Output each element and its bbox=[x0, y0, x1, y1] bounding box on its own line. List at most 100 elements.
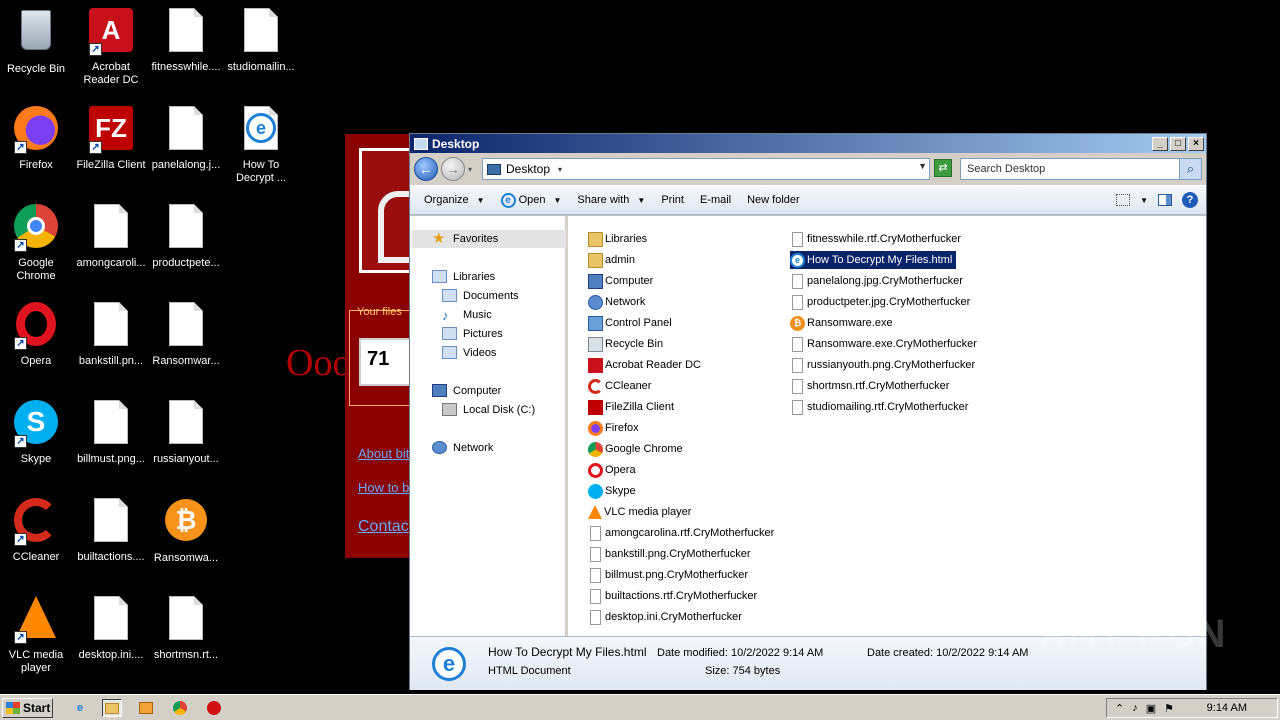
desktop-icon-file[interactable]: desktop.ini.... bbox=[73, 594, 149, 662]
taskbar-internet-explorer-icon[interactable]: e bbox=[70, 699, 90, 717]
desktop-icon-file[interactable]: Ransomwar... bbox=[148, 300, 224, 368]
clock[interactable]: 9:14 AM bbox=[1207, 702, 1247, 714]
file-item[interactable]: CCleaner bbox=[588, 377, 655, 395]
file-item[interactable]: VLC media player bbox=[588, 503, 695, 521]
file-item[interactable]: Network bbox=[588, 293, 649, 311]
file-item[interactable]: builtactions.rtf.CryMotherfucker bbox=[588, 587, 761, 605]
desktop-icon-filezilla[interactable]: FZ ↗ FileZilla Client bbox=[73, 104, 149, 172]
file-item[interactable]: Opera bbox=[588, 461, 640, 479]
file-item[interactable]: Computer bbox=[588, 272, 657, 290]
file-item[interactable]: FileZilla Client bbox=[588, 398, 678, 416]
forward-button[interactable]: → bbox=[441, 157, 465, 181]
file-item[interactable]: Firefox bbox=[588, 419, 643, 437]
nav-documents[interactable]: Documents bbox=[442, 289, 519, 302]
desktop-icon-file[interactable]: billmust.png... bbox=[73, 398, 149, 466]
help-icon[interactable]: ? bbox=[1182, 192, 1198, 208]
desktop-icon-file[interactable]: builtactions.... bbox=[73, 496, 149, 564]
change-view-icon[interactable] bbox=[1116, 194, 1131, 206]
desktop-icon-ransomware[interactable]: ₿ Ransomwa... bbox=[148, 496, 224, 565]
desktop-icon-acrobat[interactable]: A ↗ Acrobat Reader DC bbox=[73, 6, 149, 87]
desktop-icon-vlc[interactable]: ↗ VLC media player bbox=[0, 594, 74, 675]
nav-computer[interactable]: Computer bbox=[432, 384, 501, 397]
desktop-icon-recycle-bin[interactable]: Recycle Bin bbox=[0, 6, 74, 76]
nav-music[interactable]: ♪ Music bbox=[442, 308, 492, 323]
desktop-icon-ccleaner[interactable]: ↗ CCleaner bbox=[0, 496, 74, 564]
file-item[interactable]: admin bbox=[588, 251, 639, 269]
file-item[interactable]: studiomailing.rtf.CryMotherfucker bbox=[790, 398, 972, 416]
refresh-button[interactable]: ⇄ bbox=[934, 159, 952, 177]
file-item[interactable]: amongcarolina.rtf.CryMotherfucker bbox=[588, 524, 778, 542]
search-input[interactable]: Search Desktop ⌕ bbox=[960, 158, 1202, 180]
recent-pages-dropdown[interactable]: ▾ bbox=[465, 165, 475, 174]
file-list[interactable]: Libraries admin Computer Network Control Pan… bbox=[568, 216, 1206, 636]
share-with-button[interactable]: Share with ▼ bbox=[569, 194, 653, 206]
show-hidden-icons-icon[interactable]: ⌃ bbox=[1115, 702, 1124, 715]
desktop-icon-file[interactable]: shortmsn.rt... bbox=[148, 594, 224, 662]
address-path[interactable]: Desktop bbox=[506, 162, 550, 176]
nav-favorites[interactable]: ★ Favorites bbox=[432, 231, 498, 246]
file-item[interactable]: Libraries bbox=[588, 230, 651, 248]
maximize-button[interactable]: □ bbox=[1170, 136, 1186, 151]
preview-pane-icon[interactable] bbox=[1158, 194, 1172, 206]
navigation-pane[interactable]: ★ Favorites Libraries Documents ♪ Music Pi… bbox=[410, 216, 568, 636]
file-item[interactable]: Recycle Bin bbox=[588, 335, 667, 353]
desktop-icon-opera[interactable]: ↗ Opera bbox=[0, 300, 74, 368]
minimize-button[interactable]: _ bbox=[1152, 136, 1168, 151]
title-bar[interactable]: Desktop _ □ × bbox=[410, 134, 1206, 153]
desktop-icon-file[interactable]: studiomailin... bbox=[223, 6, 299, 74]
network-tray-icon[interactable]: ▣ bbox=[1146, 702, 1156, 715]
close-button[interactable]: × bbox=[1188, 136, 1204, 151]
file-item[interactable]: billmust.png.CryMotherfucker bbox=[588, 566, 752, 584]
nav-local-disk[interactable]: Local Disk (C:) bbox=[442, 403, 535, 416]
file-item[interactable]: Ransomware.exe.CryMotherfucker bbox=[790, 335, 981, 353]
open-button[interactable]: e Open ▼ bbox=[493, 192, 570, 208]
file-item[interactable]: panelalong.jpg.CryMotherfucker bbox=[790, 272, 967, 290]
nav-network[interactable]: Network bbox=[432, 441, 493, 454]
explorer-window[interactable]: Desktop _ □ × ← → ▾ Desktop ▾ ▼ ⇄ Search… bbox=[409, 133, 1207, 690]
ransom-link-how-to-buy[interactable]: How to b bbox=[358, 480, 409, 495]
file-item[interactable]: Control Panel bbox=[588, 314, 676, 332]
taskbar-ransomware-icon[interactable] bbox=[204, 699, 224, 717]
desktop-icon-file[interactable]: russianyout... bbox=[148, 398, 224, 466]
taskbar-chrome-icon[interactable] bbox=[170, 699, 190, 717]
ransom-link-contact[interactable]: Contac bbox=[358, 518, 409, 536]
search-icon[interactable]: ⌕ bbox=[1179, 159, 1201, 179]
ransom-link-about-bitcoin[interactable]: About bit bbox=[358, 446, 409, 461]
file-item[interactable]: Acrobat Reader DC bbox=[588, 356, 705, 374]
address-bar[interactable]: Desktop ▾ ▼ bbox=[482, 158, 930, 180]
desktop-icon-chrome[interactable]: ↗ Google Chrome bbox=[0, 202, 74, 283]
desktop-icon-file[interactable]: amongcaroli... bbox=[73, 202, 149, 270]
start-button[interactable]: Start bbox=[2, 698, 53, 718]
nav-libraries[interactable]: Libraries bbox=[432, 270, 495, 283]
file-item[interactable]: ₿ Ransomware.exe bbox=[790, 314, 897, 332]
address-dropdown-button[interactable]: ▼ bbox=[918, 161, 927, 171]
volume-icon[interactable]: ♪ bbox=[1132, 702, 1138, 714]
taskbar-explorer-icon[interactable] bbox=[102, 699, 122, 717]
desktop-icon-file[interactable]: productpete... bbox=[148, 202, 224, 270]
new-folder-button[interactable]: New folder bbox=[739, 194, 808, 206]
desktop-icon-file[interactable]: panelalong.j... bbox=[148, 104, 224, 172]
nav-videos[interactable]: Videos bbox=[442, 346, 496, 359]
ransom-note-window[interactable]: Your files 71 About bit How to b Contac bbox=[345, 134, 415, 558]
file-item[interactable]: Skype bbox=[588, 482, 640, 500]
file-item[interactable]: russianyouth.png.CryMotherfucker bbox=[790, 356, 979, 374]
print-button[interactable]: Print bbox=[653, 194, 692, 206]
breadcrumb-chevron-icon[interactable]: ▾ bbox=[558, 165, 562, 174]
file-item[interactable]: desktop.ini.CryMotherfucker bbox=[588, 608, 746, 626]
desktop-icon-how-to-decrypt[interactable]: e How To Decrypt ... bbox=[223, 104, 299, 185]
action-center-flag-icon[interactable]: ⚑ bbox=[1164, 702, 1174, 715]
desktop-icon-firefox[interactable]: ↗ Firefox bbox=[0, 104, 74, 172]
file-item[interactable]: productpeter.jpg.CryMotherfucker bbox=[790, 293, 974, 311]
desktop-icon-file[interactable]: bankstill.pn... bbox=[73, 300, 149, 368]
taskbar-media-player-icon[interactable] bbox=[136, 699, 156, 717]
nav-pictures[interactable]: Pictures bbox=[442, 327, 503, 340]
file-item[interactable]: fitnesswhile.rtf.CryMotherfucker bbox=[790, 230, 965, 248]
email-button[interactable]: E-mail bbox=[692, 194, 739, 206]
file-item[interactable]: Google Chrome bbox=[588, 440, 687, 458]
file-item[interactable]: e How To Decrypt My Files.html bbox=[790, 251, 957, 269]
chevron-down-icon[interactable]: ▼ bbox=[1140, 196, 1148, 205]
file-item[interactable]: shortmsn.rtf.CryMotherfucker bbox=[790, 377, 953, 395]
desktop-icon-file[interactable]: fitnesswhile.... bbox=[148, 6, 224, 74]
file-item[interactable]: bankstill.png.CryMotherfucker bbox=[588, 545, 755, 563]
back-button[interactable]: ← bbox=[414, 157, 438, 181]
